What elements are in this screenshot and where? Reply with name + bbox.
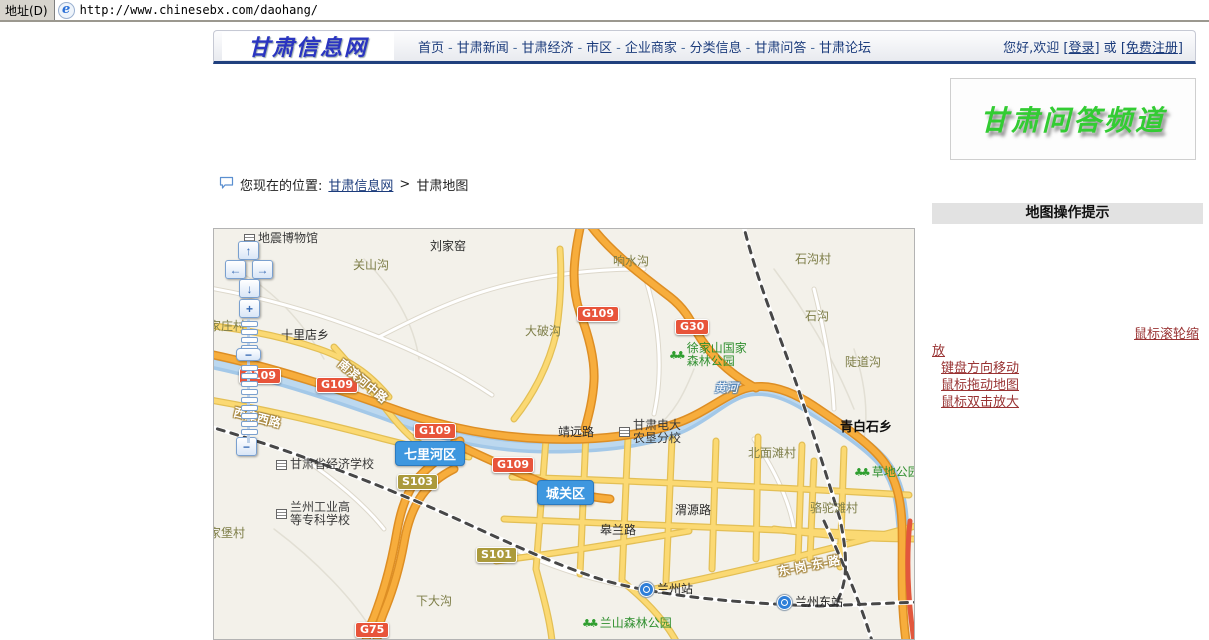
zoom-slider-tick	[241, 413, 258, 419]
pan-up-button[interactable]: ↑	[238, 241, 259, 260]
ie-icon: e	[58, 2, 75, 19]
user-area: 您好,欢迎 [登录] 或 [免费注册]	[1003, 37, 1183, 56]
or-text: 或	[1104, 41, 1117, 56]
map-tips-links: 键盘方向移动鼠标拖动地图鼠标双击放大	[932, 360, 1204, 411]
site-logo[interactable]: 甘肃信息网	[222, 32, 394, 60]
browser-address-bar: 地址(D) e http://www.chinesebx.com/daohang…	[0, 0, 1209, 22]
tip-link-2[interactable]: 鼠标拖动地图	[941, 377, 1204, 394]
zoom-slider-tick	[241, 381, 258, 387]
breadcrumb: 您现在的位置: 甘肃信息网 > 甘肃地图	[219, 175, 468, 194]
nav-link-7[interactable]: 甘肃论坛	[819, 41, 871, 56]
tip-link-1[interactable]: 键盘方向移动	[941, 360, 1204, 377]
tip-link-3[interactable]: 鼠标双击放大	[941, 394, 1204, 411]
zoom-slider-tick	[241, 421, 258, 427]
zoom-slider-tick	[241, 389, 258, 395]
nav-separator: -	[513, 41, 518, 56]
nav-separator: -	[577, 41, 582, 56]
map-tips: 鼠标滚轮缩放 键盘方向移动鼠标拖动地图鼠标双击放大	[932, 326, 1204, 411]
bracket: ]	[1094, 41, 1099, 56]
zoom-in-button[interactable]: +	[239, 299, 260, 318]
breadcrumb-prefix: 您现在的位置:	[240, 175, 322, 194]
qa-channel-banner[interactable]: 甘肃问答频道	[950, 78, 1196, 160]
location-bubble-icon	[219, 176, 234, 193]
main-nav: 首页-甘肃新闻-甘肃经济-市区-企业商家-分类信息-甘肃问答-甘肃论坛	[418, 37, 871, 56]
address-input[interactable]: e http://www.chinesebx.com/daohang/	[54, 0, 1209, 20]
nav-link-2[interactable]: 甘肃经济	[521, 41, 573, 56]
map-pan-zoom-controls: ↑←→↓+−−	[214, 229, 914, 639]
pan-right-button[interactable]: →	[252, 260, 273, 279]
nav-link-5[interactable]: 分类信息	[690, 41, 742, 56]
greeting-text: 您好,欢迎	[1003, 41, 1059, 56]
qa-banner-text: 甘肃问答频道	[980, 99, 1166, 139]
login-link[interactable]: 登录	[1068, 41, 1094, 56]
nav-separator: -	[810, 41, 815, 56]
map-tips-title: 地图操作提示	[932, 203, 1203, 224]
zoom-slider-tick	[241, 337, 258, 343]
address-label: 地址(D)	[0, 2, 54, 19]
nav-link-3[interactable]: 市区	[586, 41, 612, 56]
pan-left-button[interactable]: ←	[225, 260, 246, 279]
nav-link-4[interactable]: 企业商家	[625, 41, 677, 56]
nav-separator: -	[746, 41, 751, 56]
address-url: http://www.chinesebx.com/daohang/	[80, 3, 318, 17]
nav-link-6[interactable]: 甘肃问答	[754, 41, 806, 56]
site-header: 甘肃信息网 首页-甘肃新闻-甘肃经济-市区-企业商家-分类信息-甘肃问答-甘肃论…	[213, 30, 1196, 64]
tip-first-line: 鼠标滚轮缩放	[932, 326, 1204, 360]
nav-separator: -	[681, 41, 686, 56]
zoom-slider-tick	[241, 365, 258, 371]
breadcrumb-site-link[interactable]: 甘肃信息网	[328, 175, 393, 194]
breadcrumb-current: 甘肃地图	[416, 175, 468, 194]
nav-link-0[interactable]: 首页	[418, 41, 444, 56]
tip-link-0[interactable]: 鼠标滚轮缩放	[932, 327, 1199, 359]
breadcrumb-separator: >	[399, 177, 410, 192]
map-canvas[interactable]: 地震博物馆刘家窑关山沟响水沟石沟村石沟十里店乡大破沟♣♣徐家山国家森林公园陡道沟…	[213, 228, 915, 640]
zoom-slider-tick	[241, 405, 258, 411]
register-link[interactable]: 免费注册	[1126, 41, 1178, 56]
zoom-slider-tick	[241, 397, 258, 403]
zoom-slider-tick	[241, 429, 258, 435]
pan-down-button[interactable]: ↓	[239, 279, 260, 298]
zoom-slider-tick	[241, 373, 258, 379]
zoom-slider-tick	[241, 329, 258, 335]
zoom-slider-tick	[241, 321, 258, 327]
nav-separator: -	[448, 41, 453, 56]
bracket: ]	[1178, 41, 1183, 56]
nav-separator: -	[616, 41, 621, 56]
nav-link-1[interactable]: 甘肃新闻	[457, 41, 509, 56]
zoom-slider-handle[interactable]: −	[236, 348, 261, 361]
